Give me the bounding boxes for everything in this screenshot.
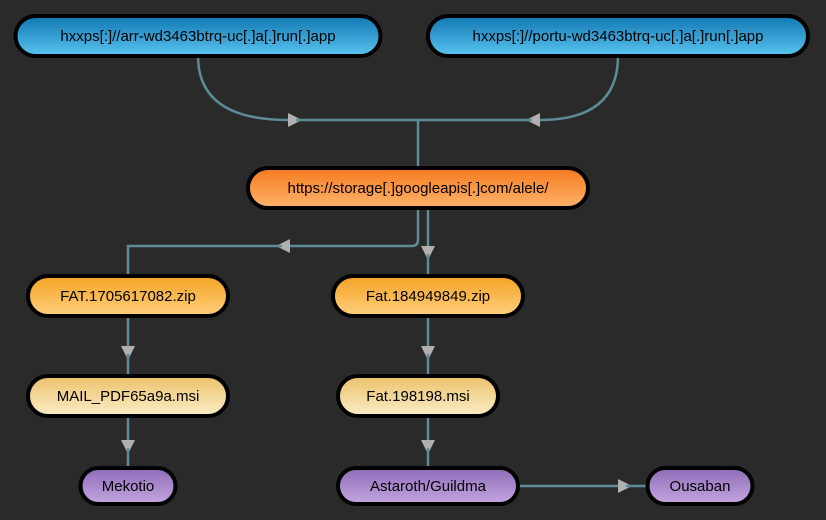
node-label: Fat.198198.msi	[366, 388, 469, 405]
node-label: hxxps[:]//portu-wd3463btrq-uc[.]a[.]run[…	[473, 28, 764, 45]
node-label: Fat.184949849.zip	[366, 288, 490, 305]
node-label: FAT.1705617082.zip	[60, 288, 196, 305]
edge-portu-to-storage	[540, 56, 618, 120]
node-label: MAIL_PDF65a9a.msi	[57, 388, 200, 405]
edge-storage-to-zipleft	[290, 208, 418, 246]
node-mekotio: Mekotio	[81, 468, 176, 504]
node-msi_left: MAIL_PDF65a9a.msi	[28, 376, 228, 416]
nodes-layer: hxxps[:]//arr-wd3463btrq-uc[.]a[.]run[.]…	[16, 16, 809, 504]
node-zip_right: Fat.184949849.zip	[333, 276, 523, 316]
infection-chain-diagram: hxxps[:]//arr-wd3463btrq-uc[.]a[.]run[.]…	[0, 0, 826, 520]
node-label: Mekotio	[102, 478, 155, 495]
node-label: Astaroth/Guildma	[370, 478, 487, 495]
node-zip_left: FAT.1705617082.zip	[28, 276, 228, 316]
node-url_portu: hxxps[:]//portu-wd3463btrq-uc[.]a[.]run[…	[428, 16, 808, 56]
node-astaroth: Astaroth/Guildma	[338, 468, 518, 504]
node-storage: https://storage[.]googleapis[.]com/alele…	[248, 168, 588, 208]
node-label: hxxps[:]//arr-wd3463btrq-uc[.]a[.]run[.]…	[60, 28, 335, 45]
node-label: Ousaban	[670, 478, 731, 495]
node-msi_right: Fat.198198.msi	[338, 376, 498, 416]
edge-arr-to-storage	[198, 56, 288, 120]
node-label: https://storage[.]googleapis[.]com/alele…	[288, 180, 550, 197]
node-ousaban: Ousaban	[648, 468, 753, 504]
edge-zipleft-down	[128, 246, 282, 276]
edge-arr-storage-tail	[296, 120, 418, 168]
node-url_arr: hxxps[:]//arr-wd3463btrq-uc[.]a[.]run[.]…	[16, 16, 381, 56]
